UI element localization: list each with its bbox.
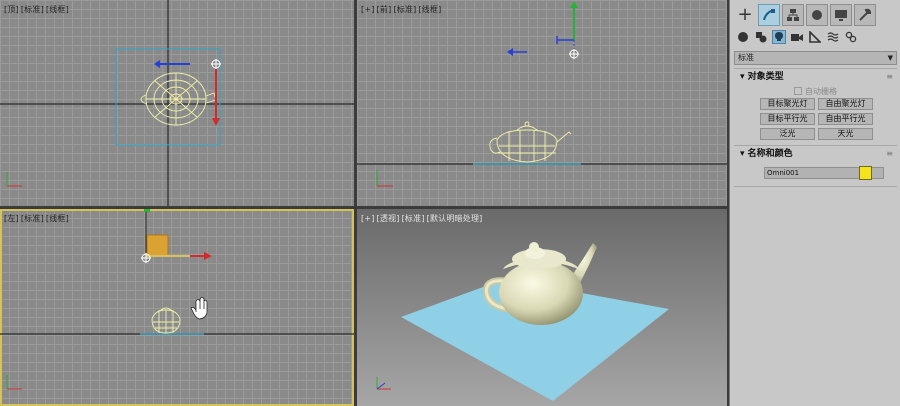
name-color-title: 名称和颜色 <box>747 149 793 159</box>
teapot-front-wireframe <box>489 121 572 163</box>
gizmo-x-arrow <box>212 118 220 126</box>
viewport-perspective-scene <box>376 242 669 401</box>
axis-tripod-icon <box>6 172 22 187</box>
utilities-icon <box>859 8 872 21</box>
divider <box>734 68 897 69</box>
divider <box>734 145 897 146</box>
helpers-icon <box>809 31 821 43</box>
object-type-title: 对象类型 <box>747 72 784 82</box>
object-color-swatch[interactable] <box>859 166 872 180</box>
category-dropdown[interactable]: 标准 ▼ <box>734 51 897 65</box>
hierarchy-tab[interactable] <box>782 4 804 26</box>
lights-icon <box>775 32 783 41</box>
display-tab[interactable] <box>830 4 852 26</box>
axis-tripod-icon <box>6 375 22 390</box>
hierarchy-icon <box>787 9 799 21</box>
checkbox-box[interactable] <box>794 87 802 95</box>
rollout-pin-icon: ≡ <box>886 72 893 81</box>
skylight-button[interactable]: 天光 <box>818 128 873 140</box>
chevron-down-icon: ▼ <box>887 54 893 62</box>
gizmo-z-arrow <box>154 60 160 68</box>
shapes-subtab[interactable] <box>754 30 768 44</box>
lights-subtab[interactable] <box>772 30 786 44</box>
viewport-top-scene <box>0 0 354 206</box>
category-dropdown-value: 标准 <box>738 53 754 62</box>
command-panel-tabs: + <box>734 4 876 26</box>
hand-cursor-icon <box>190 297 208 320</box>
systems-icon <box>845 31 857 43</box>
autogrid-checkbox[interactable]: 自动栅格 <box>730 86 900 98</box>
gizmo-y-arrow <box>144 209 150 212</box>
gizmo-x-arrow <box>507 48 513 56</box>
plus-icon: + <box>737 4 753 25</box>
name-color-rollout-header[interactable]: ▾ 名称和颜色 ≡ <box>734 147 897 161</box>
free-direct-button[interactable]: 自由平行光 <box>818 113 873 125</box>
create-tab[interactable]: + <box>734 4 756 26</box>
viewport-top[interactable]: [顶] [标准] [线框] <box>0 0 354 206</box>
display-icon <box>835 10 847 21</box>
shapes-icon <box>756 32 767 43</box>
rollout-pin-icon: ≡ <box>886 149 893 158</box>
cameras-subtab[interactable] <box>790 30 804 44</box>
autogrid-label: 自动栅格 <box>805 87 837 96</box>
gizmo-plane-handle[interactable] <box>146 234 169 257</box>
geometry-icon <box>738 32 748 42</box>
systems-subtab[interactable] <box>844 30 858 44</box>
axis-tripod-icon <box>376 170 393 187</box>
viewport-left-scene <box>0 209 354 390</box>
divider <box>734 186 897 187</box>
viewport-left[interactable]: [左] [标准] [线框] <box>0 209 354 406</box>
rollout-collapse-icon: ▾ <box>740 72 748 82</box>
cameras-icon <box>791 34 803 41</box>
axis-tripod-icon <box>376 377 391 390</box>
utilities-tab[interactable] <box>854 4 876 26</box>
spacewarps-subtab[interactable] <box>826 30 840 44</box>
viewport-perspective[interactable]: [+] [透视] [标准] [默认明暗处理] <box>357 209 727 406</box>
geometry-subtab[interactable] <box>736 30 750 44</box>
spacewarps-icon <box>827 32 839 42</box>
free-spot-button[interactable]: 自由聚光灯 <box>818 98 873 110</box>
target-spot-button[interactable]: 目标聚光灯 <box>760 98 815 110</box>
teapot-left-wireframe <box>151 307 181 334</box>
viewport-front[interactable]: [+] [前] [标准] [线框] <box>357 0 727 206</box>
category-subtabs <box>736 30 858 44</box>
rollout-collapse-icon: ▾ <box>740 149 748 159</box>
object-type-rollout-header[interactable]: ▾ 对象类型 ≡ <box>734 70 897 84</box>
modify-tab[interactable] <box>758 4 780 26</box>
teapot-top-wireframe <box>140 72 217 126</box>
helpers-subtab[interactable] <box>808 30 822 44</box>
target-direct-button[interactable]: 目标平行光 <box>760 113 815 125</box>
motion-icon <box>812 10 822 20</box>
gizmo-x-arrow <box>204 252 212 260</box>
gizmo-y-arrow <box>570 1 578 8</box>
command-panel: + 标准 ▼ ▾ 对象类型 ≡ 自动栅格 目标聚光灯 自由聚光灯 目标平行光 自… <box>729 0 900 406</box>
motion-tab[interactable] <box>806 4 828 26</box>
modify-icon <box>763 9 775 21</box>
omni-button[interactable]: 泛光 <box>760 128 815 140</box>
viewport-front-scene <box>357 1 727 187</box>
app-window: [顶] [标准] [线框] [+] [前] [标准] [线框] [左] [标准]… <box>0 0 900 406</box>
